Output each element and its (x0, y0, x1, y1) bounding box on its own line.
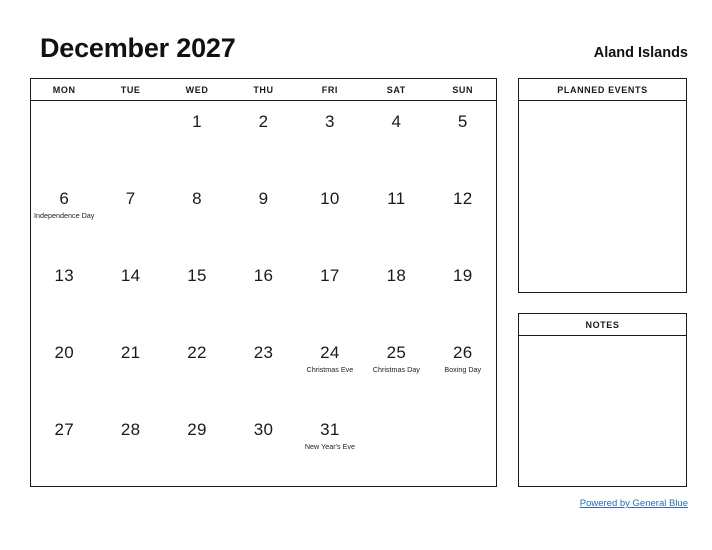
calendar-day-cell[interactable]: 23 (230, 332, 296, 409)
day-number: 10 (320, 189, 340, 208)
calendar-day-cell[interactable]: 6 Independence Day (31, 178, 97, 255)
day-number: 22 (187, 343, 207, 362)
day-number: 20 (54, 343, 74, 362)
calendar-week-row: 27 28 29 30 31 New Year's Eve (31, 409, 496, 486)
day-event-label: Christmas Eve (306, 365, 354, 374)
powered-by-link[interactable]: Powered by General Blue (580, 497, 688, 510)
day-number: 27 (54, 420, 74, 439)
weekday-header-tue: TUE (120, 84, 141, 95)
calendar-day-cell[interactable]: 5 (430, 101, 496, 178)
planned-events-body[interactable] (519, 101, 686, 292)
notes-title: NOTES (519, 314, 686, 336)
day-number: 31 (320, 420, 340, 439)
planned-events-panel: PLANNED EVENTS (518, 78, 687, 293)
day-number: 26 (452, 343, 473, 362)
calendar-day-cell[interactable]: 17 (297, 255, 363, 332)
weekday-header-row: MON TUE WED THU FRI SAT SUN (31, 79, 496, 101)
calendar-day-cell[interactable]: 29 (164, 409, 230, 486)
day-number: 8 (192, 189, 202, 208)
day-number: 9 (258, 189, 269, 208)
calendar-day-cell[interactable]: 9 (230, 178, 296, 255)
calendar-week-row: 13 14 15 16 17 18 19 (31, 255, 496, 332)
day-number: 6 (59, 189, 70, 208)
calendar-day-cell[interactable]: 2 (230, 101, 296, 178)
day-number: 17 (320, 266, 340, 285)
day-number: 3 (325, 112, 335, 131)
calendar-day-cell[interactable]: 25 Christmas Day (363, 332, 429, 409)
day-number: 21 (120, 343, 141, 362)
calendar-week-row: 20 21 22 23 24 Christmas Eve 25 Christmas Day 26… (31, 332, 496, 409)
region-title: Aland Islands (593, 45, 688, 61)
calendar-day-cell[interactable]: 14 (97, 255, 163, 332)
weekday-header-mon: MON (52, 84, 76, 95)
calendar-day-cell[interactable]: 3 (297, 101, 363, 178)
day-event-label: New Year's Eve (304, 442, 355, 451)
calendar-day-cell[interactable]: 11 (363, 178, 429, 255)
calendar-day-cell-empty (430, 409, 496, 486)
calendar-day-cell[interactable]: 4 (363, 101, 429, 178)
calendar-day-cell[interactable]: 1 (164, 101, 230, 178)
calendar-day-cell-empty (97, 101, 163, 178)
weekday-header-sun: SUN (452, 84, 474, 95)
calendar-day-cell[interactable]: 12 (430, 178, 496, 255)
weekday-header-fri: FRI (321, 84, 339, 95)
day-event-label: Boxing Day (444, 365, 482, 374)
calendar-day-cell[interactable]: 16 (230, 255, 296, 332)
day-number: 16 (253, 266, 274, 285)
day-number: 12 (452, 189, 473, 208)
calendar-day-cell[interactable]: 26 Boxing Day (430, 332, 496, 409)
calendar-day-cell[interactable]: 15 (164, 255, 230, 332)
day-number: 7 (125, 189, 136, 208)
calendar-grid: MON TUE WED THU FRI SAT SUN 1 2 3 4 5 6 Independence… (30, 78, 497, 487)
calendar-day-cell-empty (363, 409, 429, 486)
calendar-day-cell[interactable]: 20 (31, 332, 97, 409)
weekday-header-thu: THU (253, 84, 274, 95)
day-number: 14 (120, 266, 141, 285)
day-number: 1 (192, 112, 202, 131)
weekday-header-wed: WED (185, 84, 209, 95)
planned-events-title: PLANNED EVENTS (519, 79, 686, 101)
page-title: December 2027 (40, 33, 236, 63)
day-number: 13 (54, 266, 74, 285)
calendar-day-cell[interactable]: 28 (97, 409, 163, 486)
day-number: 18 (386, 266, 407, 285)
calendar-day-cell[interactable]: 10 (297, 178, 363, 255)
calendar-day-cell[interactable]: 8 (164, 178, 230, 255)
day-number: 30 (253, 420, 274, 439)
calendar-week-row: 6 Independence Day 7 8 9 10 11 12 (31, 178, 496, 255)
day-number: 25 (386, 343, 407, 362)
calendar-day-cell[interactable]: 18 (363, 255, 429, 332)
calendar-day-cell-empty (31, 101, 97, 178)
notes-panel: NOTES (518, 313, 687, 487)
day-number: 24 (320, 343, 340, 362)
calendar-weeks: 1 2 3 4 5 6 Independence Day 7 8 9 10 11 12 13 14 15 16 1… (31, 101, 496, 486)
calendar-day-cell[interactable]: 19 (430, 255, 496, 332)
day-number: 23 (253, 343, 274, 362)
calendar-day-cell[interactable]: 22 (164, 332, 230, 409)
weekday-header-sat: SAT (386, 84, 406, 95)
calendar-day-cell[interactable]: 21 (97, 332, 163, 409)
notes-body[interactable] (519, 336, 686, 486)
day-number: 2 (258, 112, 269, 131)
day-number: 19 (452, 266, 473, 285)
day-number: 28 (120, 420, 141, 439)
day-number: 15 (187, 266, 207, 285)
calendar-week-row: 1 2 3 4 5 (31, 101, 496, 178)
calendar-day-cell[interactable]: 13 (31, 255, 97, 332)
calendar-day-cell[interactable]: 7 (97, 178, 163, 255)
day-number: 4 (391, 112, 402, 131)
calendar-day-cell[interactable]: 24 Christmas Eve (297, 332, 363, 409)
calendar-day-cell[interactable]: 27 (31, 409, 97, 486)
day-number: 11 (387, 189, 406, 208)
day-event-label: Christmas Day (372, 365, 420, 374)
day-event-label: Independence Day (34, 211, 95, 220)
day-number: 5 (457, 112, 468, 131)
calendar-day-cell[interactable]: 31 New Year's Eve (297, 409, 363, 486)
calendar-day-cell[interactable]: 30 (230, 409, 296, 486)
day-number: 29 (187, 420, 207, 439)
